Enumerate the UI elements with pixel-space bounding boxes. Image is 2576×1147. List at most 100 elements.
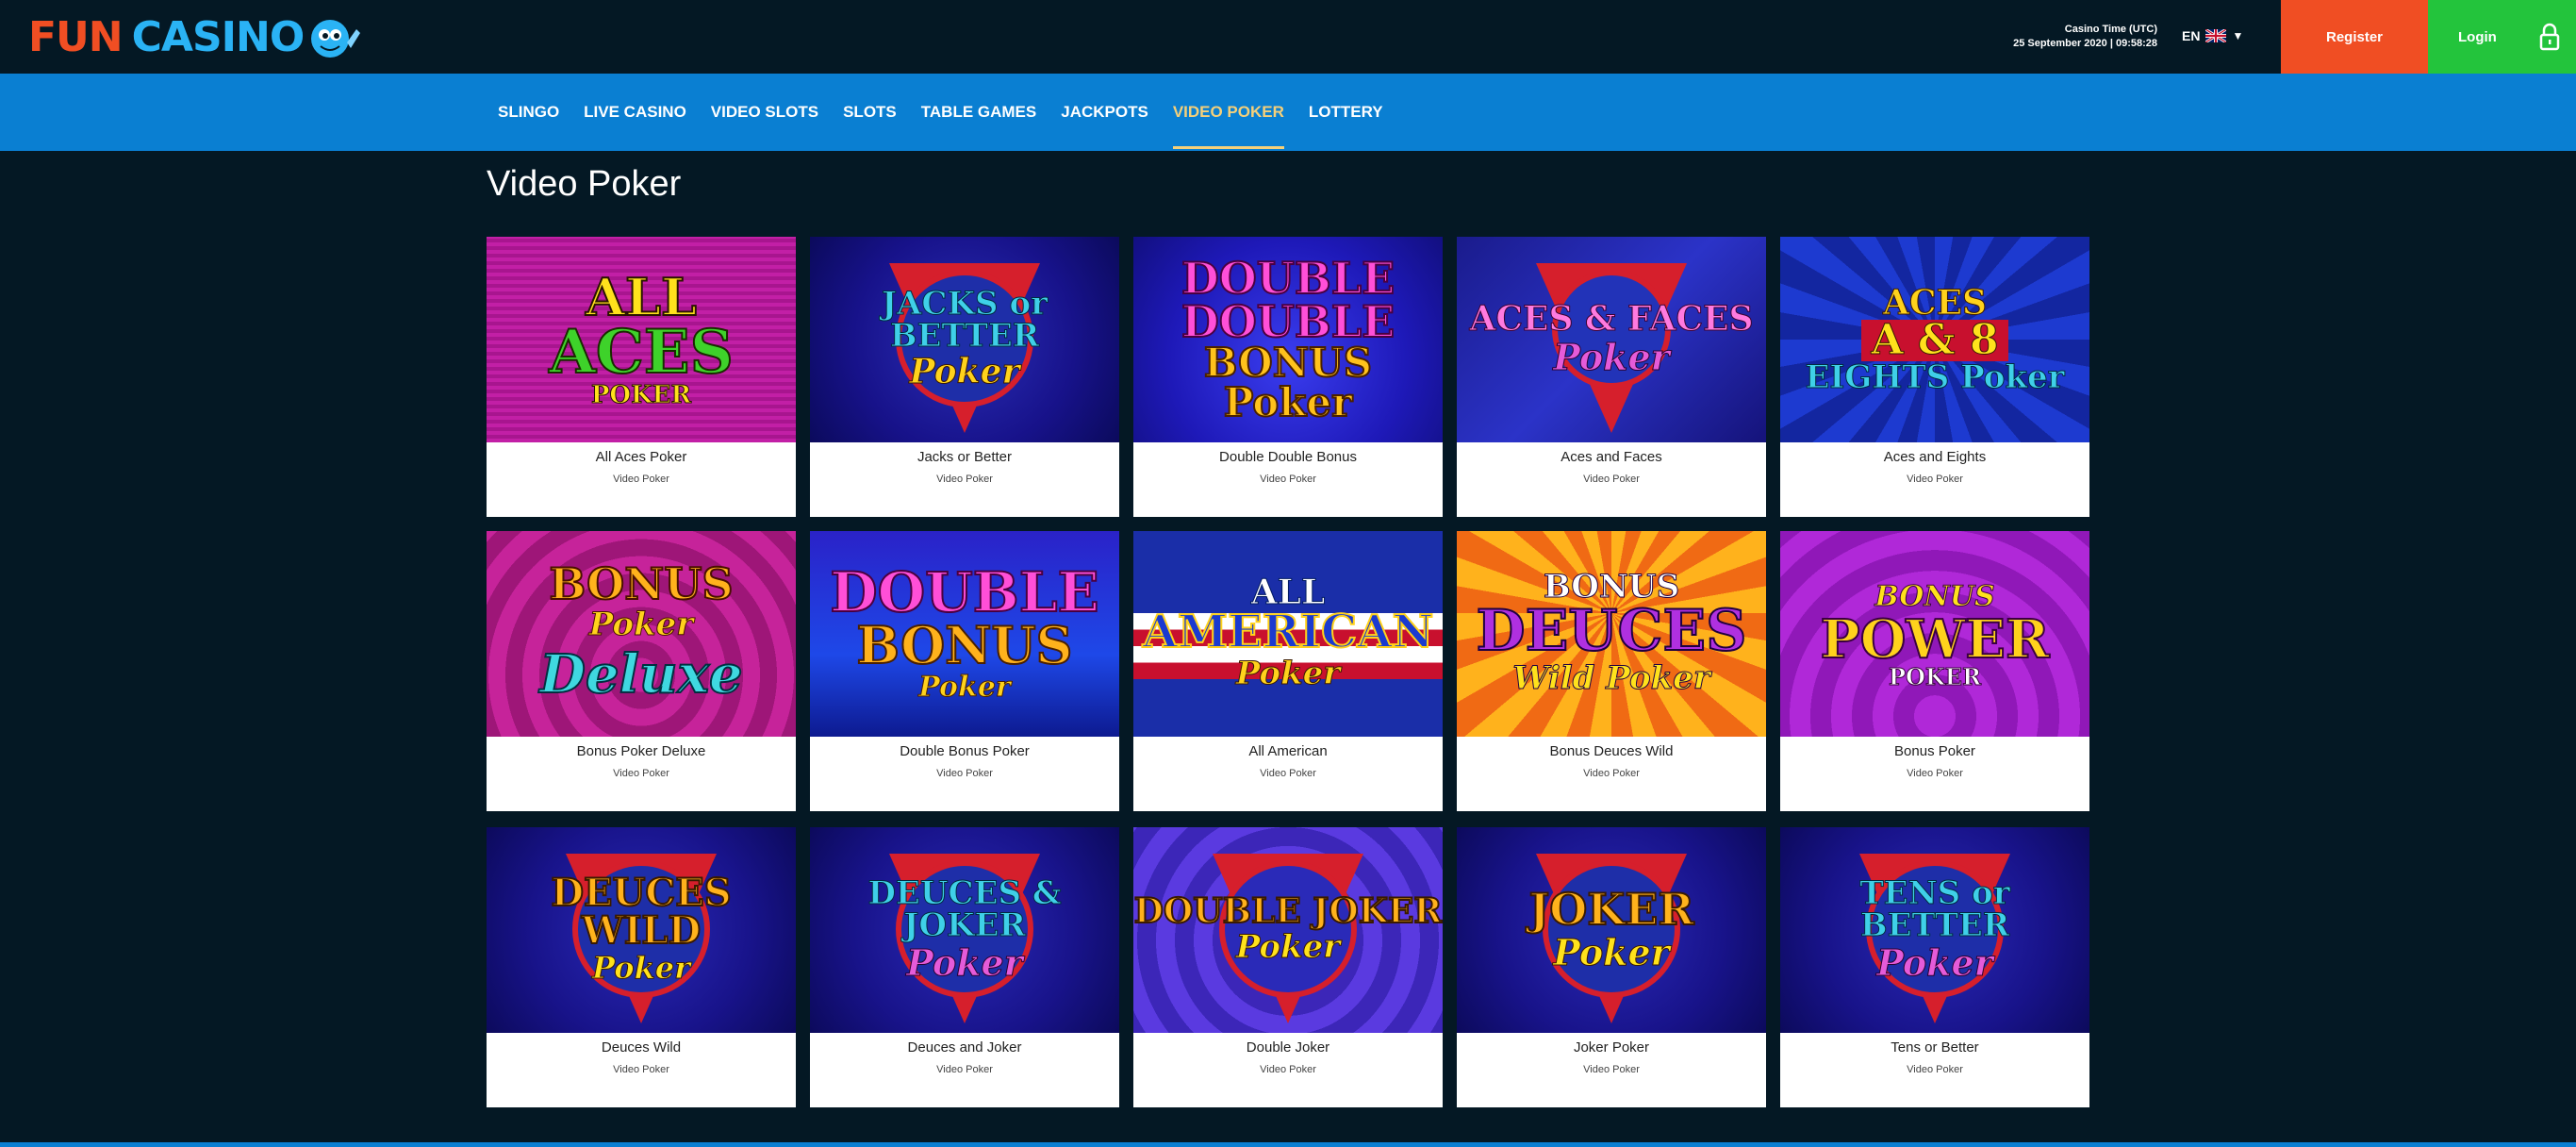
- register-button[interactable]: Register: [2281, 0, 2428, 74]
- game-title: Deuces Wild: [601, 1039, 682, 1056]
- game-card-double-double-bonus[interactable]: DOUBLE DOUBLE BONUS Poker Double Double …: [1133, 237, 1443, 517]
- footer-edge: [0, 1142, 2576, 1147]
- nav-item-video-slots[interactable]: VIDEO SLOTS: [711, 74, 818, 151]
- game-thumbnail[interactable]: BONUS POWER POKER: [1780, 531, 2089, 737]
- game-category: Video Poker: [613, 768, 669, 779]
- art-line-3: POKER: [1888, 662, 1982, 690]
- game-thumbnail[interactable]: BONUS DEUCES Wild Poker: [1457, 531, 1766, 737]
- game-card-bonus-poker[interactable]: BONUS POWER POKER Bonus Poker Video Poke…: [1780, 531, 2089, 811]
- art-line-1: ALL: [1250, 573, 1326, 612]
- art-line-3: Poker: [1235, 655, 1341, 693]
- game-card-aces-and-faces[interactable]: ACES & FACES Poker Aces and Faces Video …: [1457, 237, 1766, 517]
- game-title: Bonus Poker Deluxe: [576, 743, 706, 759]
- game-title: Joker Poker: [1573, 1039, 1650, 1056]
- game-card-bonus-deuces-wild[interactable]: BONUS DEUCES Wild Poker Bonus Deuces Wil…: [1457, 531, 1766, 811]
- nav-item-table-games[interactable]: TABLE GAMES: [921, 74, 1036, 151]
- nav-item-video-poker[interactable]: VIDEO POKER: [1172, 74, 1285, 151]
- game-category: Video Poker: [1907, 474, 1963, 485]
- game-info: All Aces Poker Video Poker: [487, 442, 796, 517]
- game-thumbnail[interactable]: DOUBLE JOKER Poker: [1133, 827, 1443, 1033]
- nav-item-jackpots[interactable]: JACKPOTS: [1061, 74, 1148, 151]
- game-card-deuces-and-joker[interactable]: DEUCES & JOKER Poker Deuces and Joker Vi…: [810, 827, 1119, 1107]
- game-title: Jacks or Better: [916, 449, 1013, 465]
- art-line-3: POKER: [590, 381, 692, 409]
- art-line-1: DEUCES & JOKER: [867, 873, 1062, 944]
- art-line-1: BONUS: [548, 558, 734, 609]
- game-category: Video Poker: [613, 474, 669, 485]
- game-card-joker-poker[interactable]: JOKER Poker Joker Poker Video Poker: [1457, 827, 1766, 1107]
- game-thumbnail[interactable]: ACES A & 8 EIGHTS Poker: [1780, 237, 2089, 442]
- game-info: All American Video Poker: [1133, 737, 1443, 811]
- game-card-bonus-poker-deluxe[interactable]: BONUS Poker Deluxe Bonus Poker Deluxe Vi…: [487, 531, 796, 811]
- category-nav: SLINGO LIVE CASINO VIDEO SLOTS SLOTS TAB…: [498, 74, 1408, 151]
- game-card-double-bonus-poker[interactable]: DOUBLE BONUS Poker Double Bonus Poker Vi…: [810, 531, 1119, 811]
- art-line-3: BONUS Poker: [1203, 340, 1373, 425]
- game-card-all-american[interactable]: ALL AMERICAN Poker All American Video Po…: [1133, 531, 1443, 811]
- chevron-down-icon: ▼: [2232, 29, 2244, 42]
- game-thumbnail[interactable]: ACES & FACES Poker: [1457, 237, 1766, 442]
- game-info: Bonus Deuces Wild Video Poker: [1457, 737, 1766, 811]
- game-thumbnail[interactable]: DOUBLE DOUBLE BONUS Poker: [1133, 237, 1443, 442]
- art-line-3: Wild Poker: [1512, 659, 1710, 698]
- art-line-1: ALL: [585, 267, 698, 327]
- login-button[interactable]: Login: [2428, 0, 2576, 74]
- game-info: Aces and Eights Video Poker: [1780, 442, 2089, 517]
- nav-item-slingo[interactable]: SLINGO: [498, 74, 559, 151]
- game-thumbnail[interactable]: BONUS Poker Deluxe: [487, 531, 796, 737]
- login-label: Login: [2458, 28, 2497, 45]
- game-card-all-aces-poker[interactable]: ALL ACES POKER All Aces Poker Video Poke…: [487, 237, 796, 517]
- game-thumbnail[interactable]: DEUCES & JOKER Poker: [810, 827, 1119, 1033]
- game-info: Bonus Poker Video Poker: [1780, 737, 2089, 811]
- game-title: All Aces Poker: [595, 449, 687, 465]
- nav-item-slots[interactable]: SLOTS: [843, 74, 897, 151]
- game-category: Video Poker: [1583, 768, 1640, 779]
- art-line-2: DOUBLE: [1181, 296, 1395, 347]
- art-line-2: Poker: [1553, 930, 1670, 973]
- art-line-1: TENS or BETTER: [1859, 873, 2010, 944]
- game-card-aces-and-eights[interactable]: ACES A & 8 EIGHTS Poker Aces and Eights …: [1780, 237, 2089, 517]
- art-line-2: DEUCES: [1476, 598, 1748, 664]
- nav-item-live-casino[interactable]: LIVE CASINO: [584, 74, 686, 151]
- art-line-3: EIGHTS Poker: [1805, 358, 2065, 396]
- game-title: Bonus Poker: [1894, 743, 1975, 759]
- game-thumbnail[interactable]: JACKS or BETTER Poker: [810, 237, 1119, 442]
- game-card-tens-or-better[interactable]: TENS or BETTER Poker Tens or Better Vide…: [1780, 827, 2089, 1107]
- art-line-2: POWER: [1819, 607, 2050, 671]
- game-category: Video Poker: [1260, 1064, 1316, 1075]
- game-info: Double Joker Video Poker: [1133, 1033, 1443, 1107]
- game-title: All American: [1248, 743, 1328, 759]
- art-line-2: Poker: [1235, 928, 1341, 967]
- game-category: Video Poker: [936, 768, 993, 779]
- game-card-jacks-or-better[interactable]: JACKS or BETTER Poker Jacks or Better Vi…: [810, 237, 1119, 517]
- art-line-3: Deluxe: [538, 642, 743, 706]
- language-selector[interactable]: EN ▼: [2182, 28, 2243, 43]
- page-title: Video Poker: [487, 164, 682, 204]
- game-title: Double Bonus Poker: [900, 743, 1030, 759]
- game-thumbnail[interactable]: DEUCES WILD Poker: [487, 827, 796, 1033]
- casino-clock: Casino Time (UTC) 25 September 2020 | 09…: [1961, 23, 2157, 51]
- game-category: Video Poker: [936, 474, 993, 485]
- game-thumbnail[interactable]: ALL AMERICAN Poker: [1133, 531, 1443, 737]
- game-thumbnail[interactable]: TENS or BETTER Poker: [1780, 827, 2089, 1033]
- game-info: Joker Poker Video Poker: [1457, 1033, 1766, 1107]
- game-card-double-joker[interactable]: DOUBLE JOKER Poker Double Joker Video Po…: [1133, 827, 1443, 1107]
- game-title: Double Double Bonus: [1219, 449, 1357, 465]
- game-info: Deuces Wild Video Poker: [487, 1033, 796, 1107]
- brand-logo[interactable]: FUN CASINO: [28, 6, 362, 68]
- game-thumbnail[interactable]: ALL ACES POKER: [487, 237, 796, 442]
- nav-item-lottery[interactable]: LOTTERY: [1309, 74, 1383, 151]
- art-line-1: DEUCES WILD: [550, 871, 732, 953]
- art-line-2: Poker: [592, 950, 691, 987]
- clock-label: Casino Time (UTC): [2064, 24, 2157, 35]
- art-line-2: Poker: [906, 940, 1023, 984]
- game-thumbnail[interactable]: JOKER Poker: [1457, 827, 1766, 1033]
- game-title: Deuces and Joker: [907, 1039, 1022, 1056]
- game-info: Tens or Better Video Poker: [1780, 1033, 2089, 1107]
- art-line-1: ACES: [1882, 283, 1988, 323]
- art-line-2: Poker: [588, 606, 694, 644]
- art-line-1: DOUBLE JOKER: [1133, 891, 1443, 931]
- game-info: Jacks or Better Video Poker: [810, 442, 1119, 517]
- game-thumbnail[interactable]: DOUBLE BONUS Poker: [810, 531, 1119, 737]
- art-line-1: ACES & FACES: [1469, 298, 1754, 339]
- game-card-deuces-wild[interactable]: DEUCES WILD Poker Deuces Wild Video Poke…: [487, 827, 796, 1107]
